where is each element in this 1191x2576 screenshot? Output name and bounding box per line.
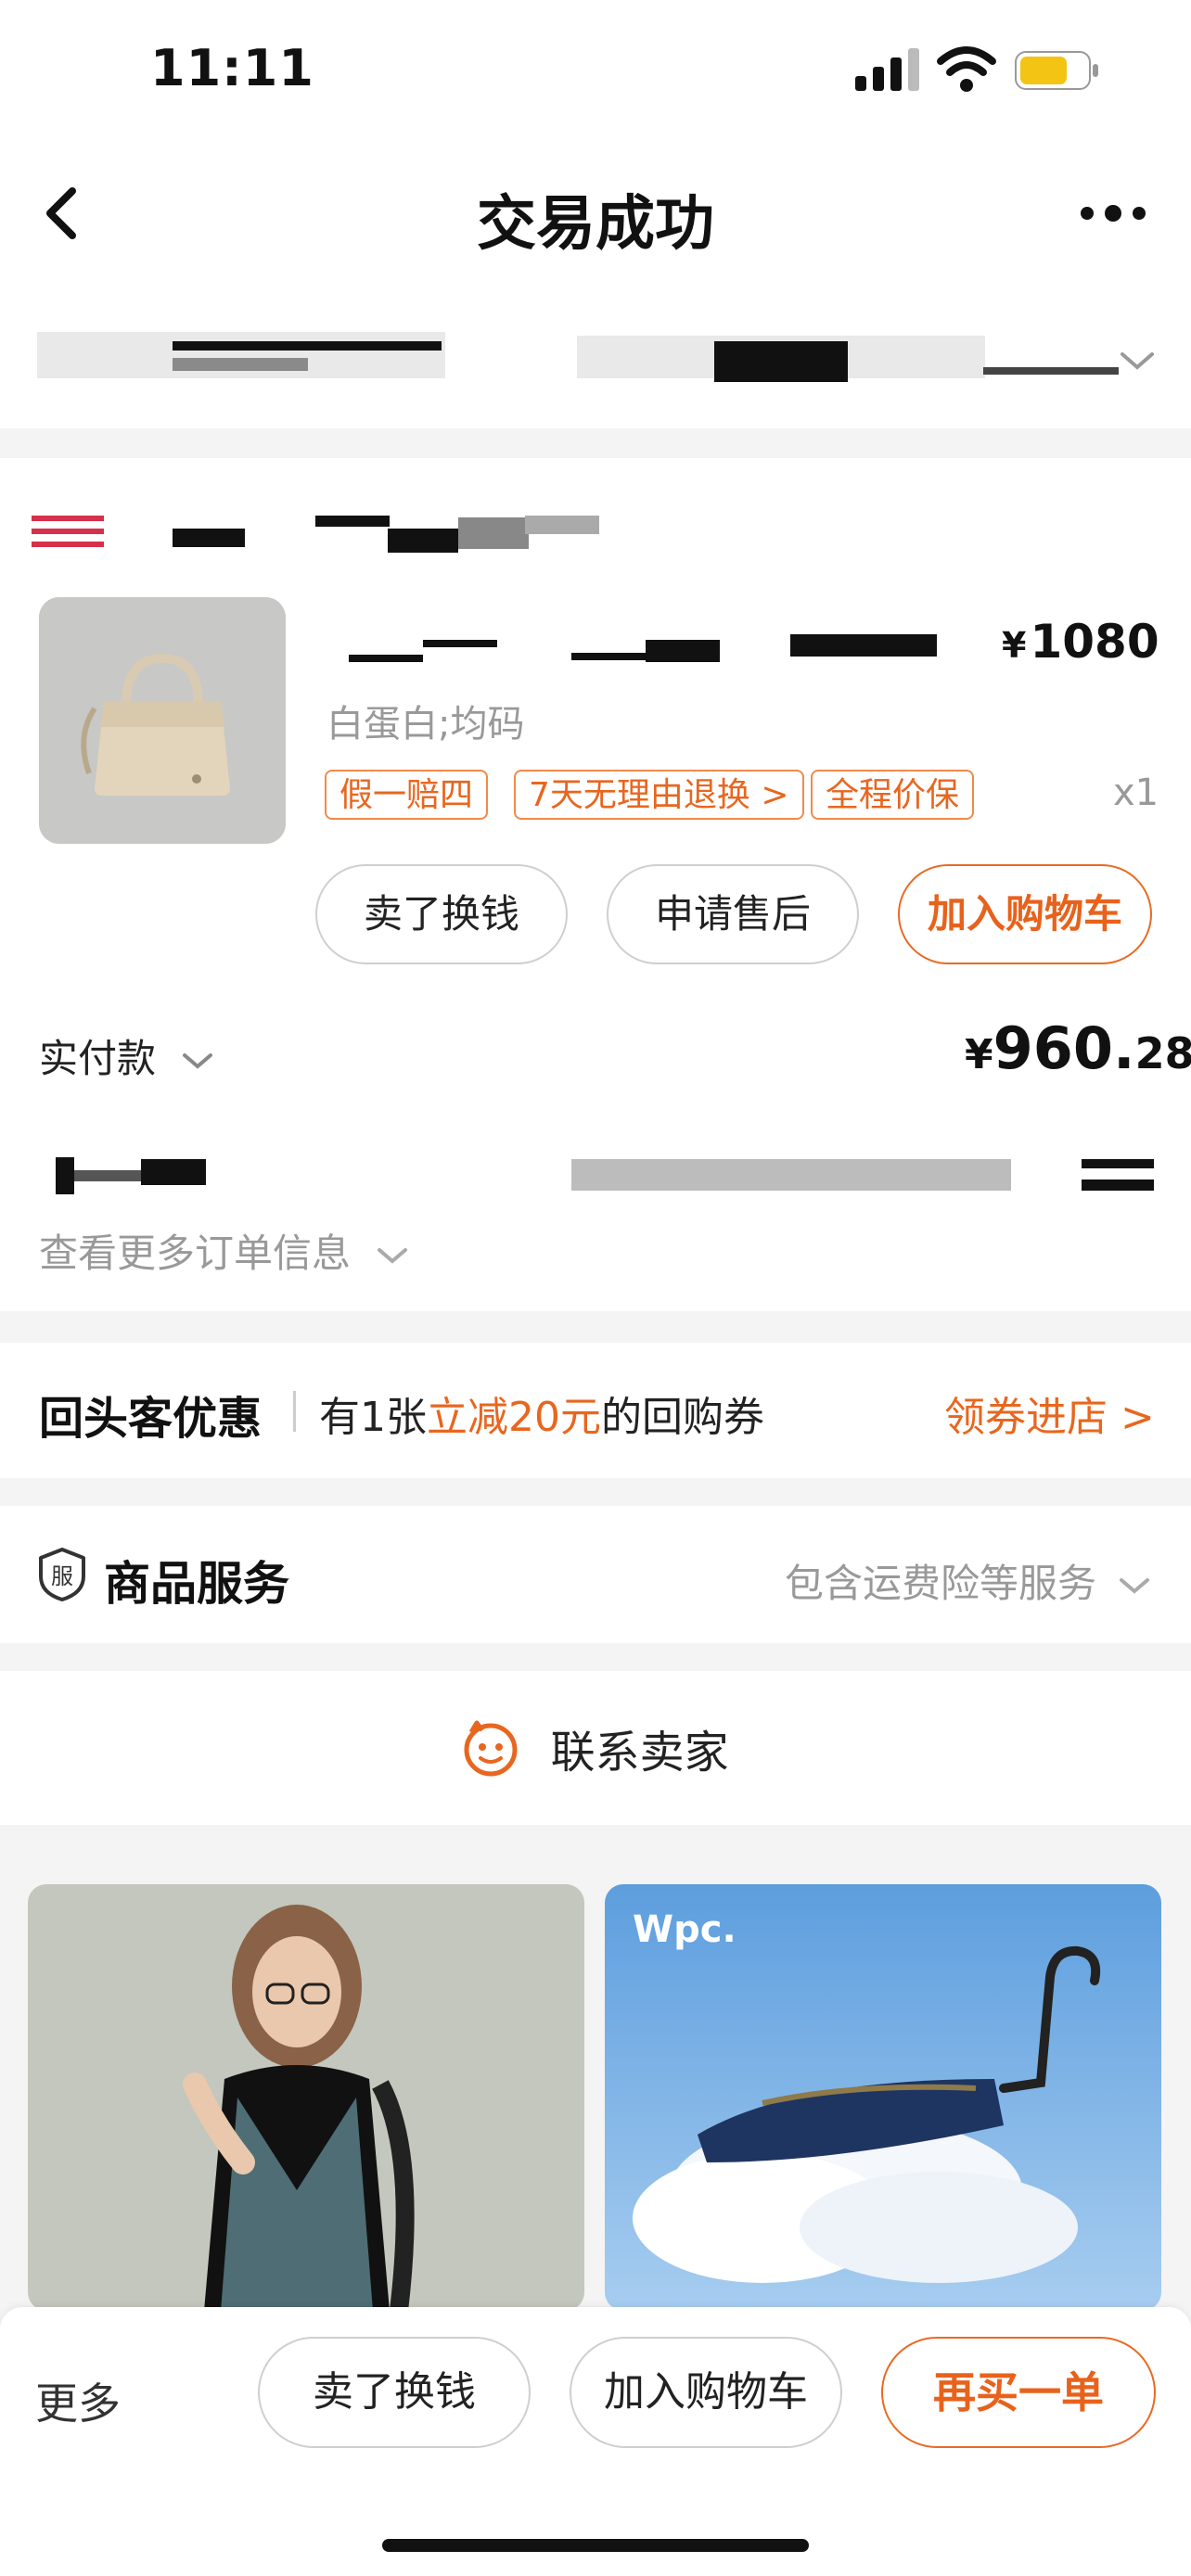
divider [293, 1391, 296, 1432]
more-order-info-link[interactable]: 查看更多订单信息 [39, 1222, 409, 1279]
paid-label: 实付款 [39, 1036, 157, 1081]
cellular-signal-icon [855, 48, 919, 91]
after-sale-button[interactable]: 申请售后 [607, 864, 859, 964]
wifi-icon [937, 46, 996, 92]
paid-amount-int: 960. [992, 1014, 1135, 1082]
coupon-text-before: 有1张 [319, 1394, 427, 1441]
tag-seven-day-return[interactable]: 7天无理由退换 > [514, 770, 804, 820]
product-variant: 白蛋白;均码 [327, 703, 525, 746]
currency-symbol: ¥ [965, 1031, 993, 1078]
dress-model-image [28, 1884, 584, 2311]
tote-bag-image [39, 597, 286, 844]
home-indicator [382, 2539, 809, 2552]
add-to-cart-button[interactable]: 加入购物车 [898, 864, 1152, 964]
get-coupon-link[interactable]: 领券进店 > [944, 1384, 1155, 1443]
status-time: 11:11 [150, 39, 314, 97]
currency-symbol: ¥ [1002, 625, 1027, 666]
more-options-icon[interactable] [1076, 185, 1150, 241]
chevron-down-icon [1121, 352, 1154, 370]
chevron-down-icon [183, 1052, 213, 1069]
bottom-sell-button[interactable]: 卖了换钱 [258, 2337, 531, 2448]
buy-again-button[interactable]: 再买一单 [881, 2337, 1156, 2448]
service-desc-row[interactable]: 包含运费险等服务 [785, 1552, 1151, 1609]
battery-icon [1015, 51, 1098, 90]
paid-amount-cents: 28 [1134, 1028, 1191, 1078]
service-title: 商品服务 [104, 1557, 289, 1611]
coupon-text: 有1张立减20元的回购券 [319, 1384, 764, 1443]
page-title: 交易成功 [477, 190, 714, 259]
recommend-card-dress[interactable] [28, 1884, 584, 2311]
service-shield-icon: 服 [37, 1547, 87, 1602]
more-button[interactable]: 更多 [35, 2370, 121, 2431]
coupon-text-after: 的回购券 [601, 1394, 764, 1441]
tag-price-protection[interactable]: 全程价保 [811, 770, 975, 820]
chevron-down-icon [378, 1247, 408, 1264]
paid-amount: ¥960.28 [965, 1014, 1191, 1082]
paid-label-row[interactable]: 实付款 [39, 1027, 214, 1084]
product-image[interactable] [39, 597, 286, 844]
coupon-title: 回头客优惠 [39, 1393, 263, 1445]
bottom-add-to-cart-button[interactable]: 加入购物车 [570, 2337, 842, 2448]
seller-chat-icon [464, 1720, 518, 1777]
coupon-highlight: 立减20元 [427, 1394, 601, 1441]
product-quantity: x1 [1113, 772, 1159, 814]
service-icon-label: 服 [51, 1563, 73, 1589]
price-value: 1080 [1030, 615, 1159, 669]
contact-seller-label: 联系卖家 [550, 1727, 729, 1779]
sell-button[interactable]: 卖了换钱 [315, 864, 568, 964]
brand-label: Wpc. [633, 1908, 736, 1951]
service-desc: 包含运费险等服务 [785, 1561, 1097, 1606]
shop-logo-icon [32, 516, 104, 547]
contact-seller-button[interactable]: 联系卖家 [0, 1715, 1191, 1780]
product-price: ¥1080 [1002, 615, 1159, 669]
tag-fake-compensation[interactable]: 假一赔四 [325, 770, 489, 820]
chevron-down-icon [1120, 1577, 1150, 1594]
more-order-info-label: 查看更多订单信息 [39, 1231, 352, 1276]
